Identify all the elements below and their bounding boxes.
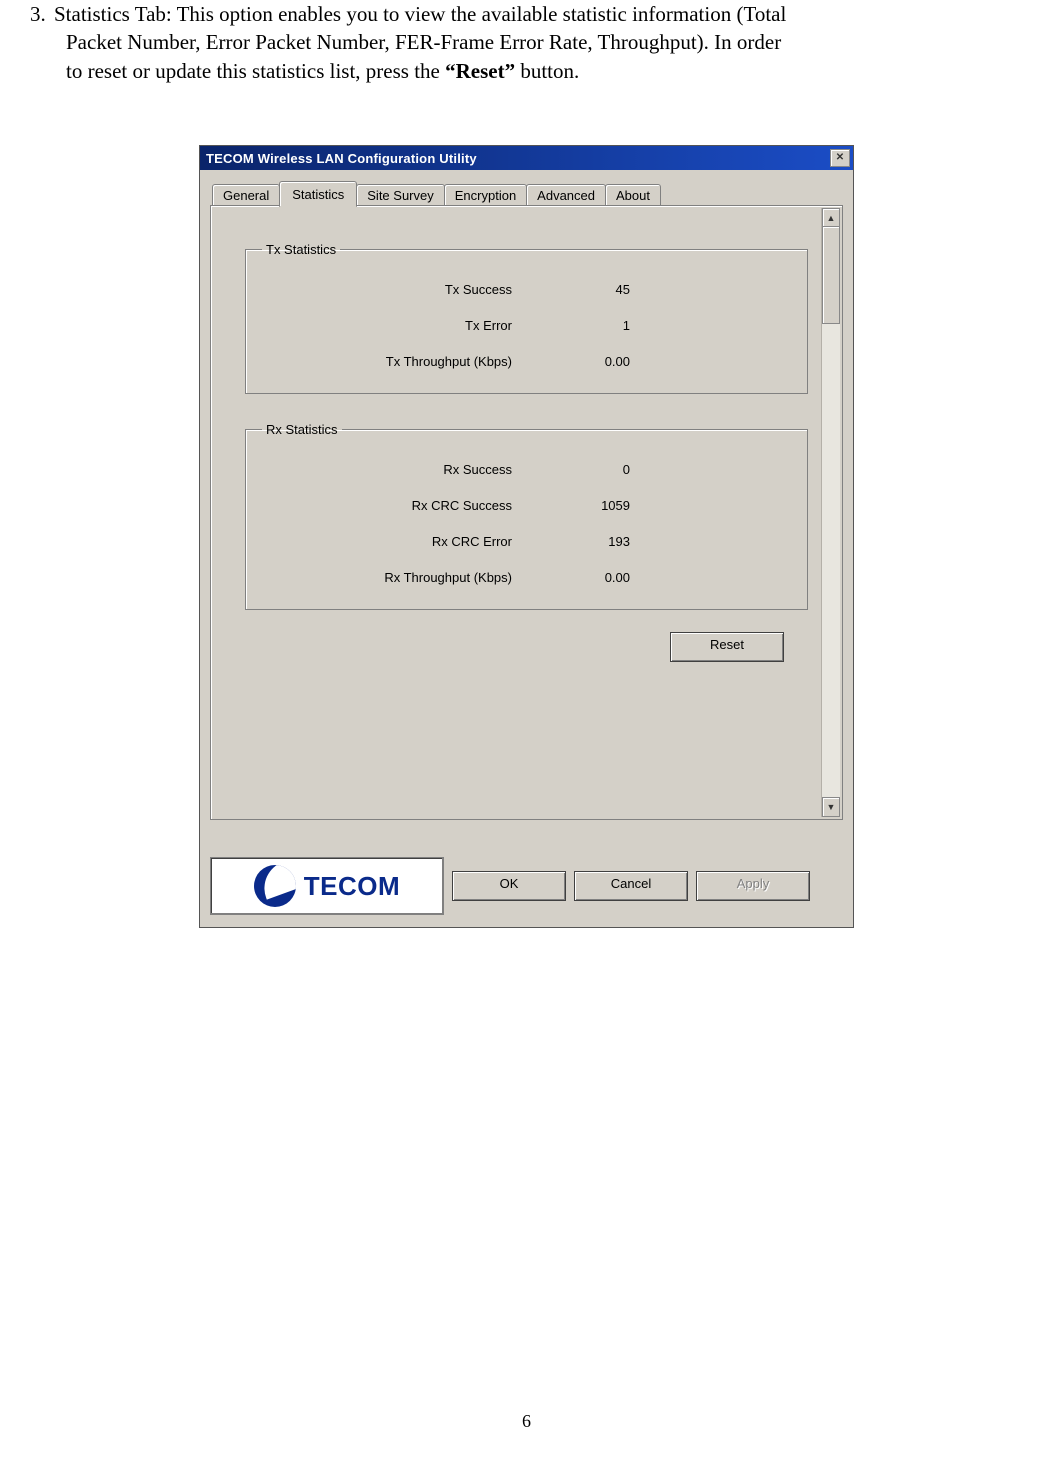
tx-success-label: Tx Success [262, 282, 540, 297]
tx-success-value: 45 [540, 282, 630, 297]
rx-success-value: 0 [540, 462, 630, 477]
rx-throughput-value: 0.00 [540, 570, 630, 585]
ok-button[interactable]: OK [452, 871, 566, 901]
tab-site-survey[interactable]: Site Survey [356, 184, 444, 206]
chevron-down-icon: ▼ [827, 802, 836, 812]
tx-throughput-label: Tx Throughput (Kbps) [262, 354, 540, 369]
dialog-window: TECOM Wireless LAN Configuration Utility… [199, 145, 854, 928]
tx-throughput-row: Tx Throughput (Kbps) 0.00 [262, 343, 791, 379]
tab-page-statistics: ▲ ▼ Tx Statistics Tx Success 45 Tx Error… [210, 205, 843, 820]
tab-advanced[interactable]: Advanced [526, 184, 606, 206]
tx-error-row: Tx Error 1 [262, 307, 791, 343]
rx-crc-error-label: Rx CRC Error [262, 534, 540, 549]
intro-line-1: Statistics Tab: This option enables you … [54, 2, 786, 26]
close-icon: ✕ [836, 153, 845, 163]
cancel-button[interactable]: Cancel [574, 871, 688, 901]
tx-legend: Tx Statistics [262, 242, 340, 257]
rx-success-row: Rx Success 0 [262, 451, 791, 487]
tab-strip: General Statistics Site Survey Encryptio… [212, 180, 843, 205]
rx-crc-success-value: 1059 [540, 498, 630, 513]
rx-throughput-label: Rx Throughput (Kbps) [262, 570, 540, 585]
scroll-down-button[interactable]: ▼ [822, 797, 840, 817]
scroll-thumb[interactable] [822, 226, 840, 324]
close-button[interactable]: ✕ [830, 149, 850, 167]
rx-legend: Rx Statistics [262, 422, 342, 437]
intro-line-3: to reset or update this statistics list,… [30, 59, 579, 83]
rx-crc-error-row: Rx CRC Error 193 [262, 523, 791, 559]
rx-statistics-group: Rx Statistics Rx Success 0 Rx CRC Succes… [245, 422, 808, 610]
tab-encryption[interactable]: Encryption [444, 184, 527, 206]
rx-crc-success-row: Rx CRC Success 1059 [262, 487, 791, 523]
reset-bold: “Reset” [445, 59, 515, 83]
titlebar[interactable]: TECOM Wireless LAN Configuration Utility… [199, 145, 854, 170]
tab-statistics[interactable]: Statistics [279, 181, 357, 207]
tab-about[interactable]: About [605, 184, 661, 206]
scrollbar[interactable]: ▲ ▼ [821, 208, 840, 817]
intro-paragraph: 3.Statistics Tab: This option enables yo… [30, 0, 1023, 85]
tx-throughput-value: 0.00 [540, 354, 630, 369]
scroll-up-button[interactable]: ▲ [822, 208, 840, 228]
dialog-client-area: General Statistics Site Survey Encryptio… [199, 170, 854, 928]
window-title: TECOM Wireless LAN Configuration Utility [206, 151, 477, 166]
tx-error-value: 1 [540, 318, 630, 333]
rx-crc-error-value: 193 [540, 534, 630, 549]
chevron-up-icon: ▲ [827, 213, 836, 223]
page-number: 6 [0, 1411, 1053, 1432]
tab-general[interactable]: General [212, 184, 280, 206]
tx-statistics-group: Tx Statistics Tx Success 45 Tx Error 1 T… [245, 242, 808, 394]
tecom-logo-text: TECOM [304, 871, 400, 902]
intro-line-2: Packet Number, Error Packet Number, FER-… [30, 30, 781, 54]
rx-success-label: Rx Success [262, 462, 540, 477]
dialog-bottom-row: TECOM OK Cancel Apply [210, 857, 843, 915]
list-number: 3. [30, 0, 54, 28]
tecom-logo-icon [254, 865, 296, 907]
logo-panel: TECOM [210, 857, 444, 915]
rx-crc-success-label: Rx CRC Success [262, 498, 540, 513]
tx-error-label: Tx Error [262, 318, 540, 333]
reset-button[interactable]: Reset [670, 632, 784, 662]
apply-button[interactable]: Apply [696, 871, 810, 901]
rx-throughput-row: Rx Throughput (Kbps) 0.00 [262, 559, 791, 595]
tx-success-row: Tx Success 45 [262, 271, 791, 307]
